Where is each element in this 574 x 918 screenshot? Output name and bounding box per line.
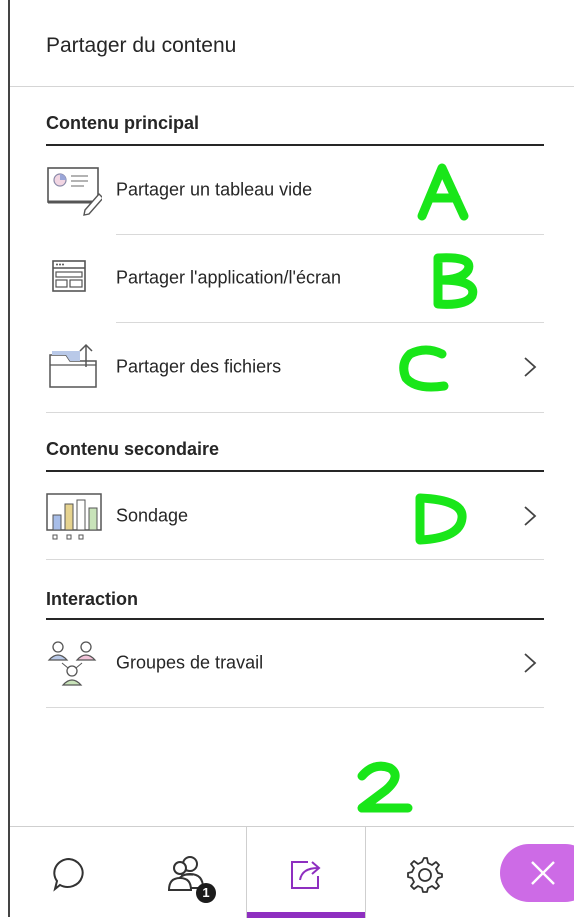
bottom-nav-bar: 1 xyxy=(10,826,574,918)
panel-title: Partager du contenu xyxy=(46,34,237,57)
share-files-item[interactable]: Partager des fichiers xyxy=(46,324,544,410)
active-tab-indicator xyxy=(247,912,365,918)
annotation-c xyxy=(399,345,449,392)
share-files-label: Partager des fichiers xyxy=(116,356,282,377)
section-rule-secondary xyxy=(46,470,544,472)
chevron-right-icon xyxy=(522,651,538,675)
tab-participants[interactable]: 1 xyxy=(128,827,246,918)
chat-bubble-icon xyxy=(53,858,84,892)
annotation-2 xyxy=(357,761,413,813)
whiteboard-icon xyxy=(46,164,104,216)
breakout-groups-label: Groupes de travail xyxy=(116,652,264,673)
section-title-secondary: Contenu secondaire xyxy=(46,439,220,459)
application-window-icon xyxy=(46,252,102,304)
section-title-interaction: Interaction xyxy=(46,589,139,609)
share-application-label: Partager l'application/l'écran xyxy=(116,267,341,288)
share-icon xyxy=(291,861,321,890)
chevron-right-icon xyxy=(522,504,538,528)
row-divider xyxy=(46,707,544,708)
poll-item[interactable]: Sondage xyxy=(46,473,544,559)
section-title-primary: Contenu principal xyxy=(46,113,199,133)
chevron-right-icon xyxy=(522,355,538,379)
annotation-a xyxy=(417,163,469,221)
row-divider xyxy=(46,559,544,560)
tab-settings[interactable] xyxy=(365,827,483,918)
left-border xyxy=(8,0,10,917)
poll-label: Sondage xyxy=(116,505,189,526)
title-divider xyxy=(10,86,574,87)
annotation-b xyxy=(433,253,478,309)
close-icon xyxy=(531,861,555,885)
gear-icon xyxy=(407,857,443,894)
annotation-d xyxy=(415,493,467,545)
share-whiteboard-label: Partager un tableau vide xyxy=(116,179,313,200)
row-divider xyxy=(116,322,544,323)
folder-upload-icon xyxy=(46,341,102,393)
section-rule-primary xyxy=(46,144,544,146)
close-button[interactable] xyxy=(500,844,574,902)
tab-chat[interactable] xyxy=(10,827,128,918)
participant-count-badge: 1 xyxy=(196,883,216,903)
poll-chart-icon xyxy=(46,490,102,542)
tab-share-content[interactable] xyxy=(246,827,366,918)
row-divider xyxy=(46,412,544,413)
breakout-groups-item[interactable]: Groupes de travail xyxy=(46,620,544,706)
breakout-groups-icon xyxy=(46,637,102,689)
